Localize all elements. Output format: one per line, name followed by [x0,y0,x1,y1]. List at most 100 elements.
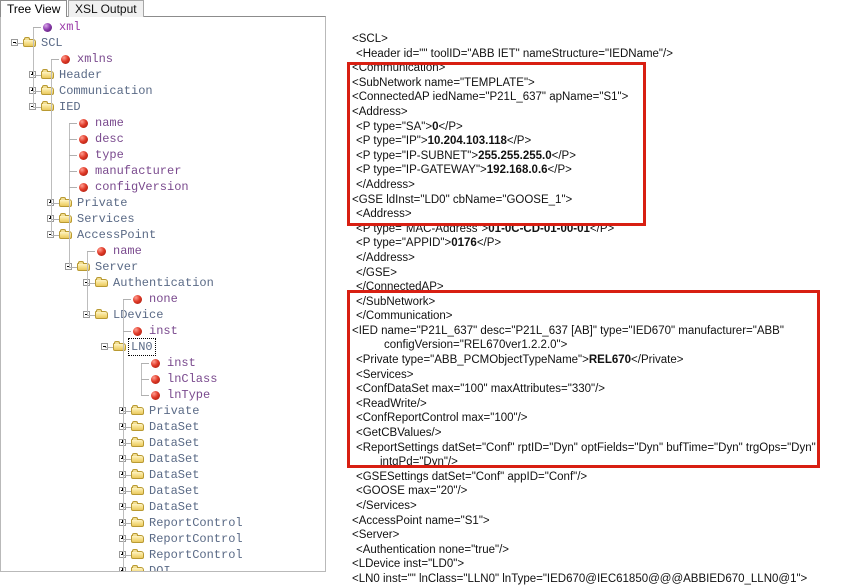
tree-node-reportcontrol[interactable]: ReportControl [1,531,325,547]
tree-node-accesspoint[interactable]: AccessPoint [1,227,325,243]
tree-guide-line [33,27,41,28]
xml-line: <AccessPoint name="S1"> [352,514,490,527]
tree-node-name[interactable]: name [1,115,325,131]
tree-node-type[interactable]: type [1,147,325,163]
tree-node-inst[interactable]: inst [1,323,325,339]
folder-icon [130,563,147,571]
tree-guide-line [123,571,131,572]
xml-line: <GOOSE max="20"/> [356,485,468,498]
tree-node-label: none [149,292,178,306]
xml-tree-root: xml SCL xmlns Header Communication IED name des… [1,17,325,572]
xml-line: <SCL> [352,33,388,45]
folder-icon [58,211,75,227]
tree-node-lntype[interactable]: lnType [1,387,325,403]
tree-node-private[interactable]: Private [1,195,325,211]
folder-icon [130,547,147,563]
tree-node-label: lnType [167,388,211,402]
xml-tree-panel[interactable]: xml SCL xmlns Header Communication IED name des… [0,16,326,572]
tree-node-label: xml [59,20,81,34]
tree-node-communication[interactable]: Communication [1,83,325,99]
tree-guide-line [123,299,124,571]
tab-tree-view[interactable]: Tree View [0,0,68,17]
tree-node-scl[interactable]: SCL [1,35,325,51]
attribute-icon [148,387,165,403]
tree-node-dataset[interactable]: DataSet [1,499,325,515]
tree-guide-line [123,411,131,412]
tree-node-name[interactable]: name [1,243,325,259]
attribute-icon [76,163,93,179]
tree-node-dataset[interactable]: DataSet [1,467,325,483]
tree-node-label: DataSet [149,500,200,514]
tree-node-xmlns[interactable]: xmlns [1,51,325,67]
tree-node-ln0[interactable]: LN0 [1,338,325,356]
tree-node-label: Header [59,68,103,82]
tree-node-manufacturer[interactable]: manufacturer [1,163,325,179]
tree-node-configversion[interactable]: configVersion [1,179,325,195]
xml-line: <GetCBValues/> [356,427,442,440]
xml-source-lines: <SCL> <Header id="" toolID="ABB IET" name… [330,32,856,588]
xml-line: <Address> [356,208,412,221]
tree-guide-line [51,219,59,220]
attribute-icon [76,115,93,131]
xml-line: <Authentication none="true"/> [356,543,509,556]
tree-node-lnclass[interactable]: lnClass [1,371,325,387]
xml-line: </Communication> [356,310,453,323]
tree-node-services[interactable]: Services [1,211,325,227]
folder-icon [76,259,93,275]
attribute-icon [58,51,75,67]
folder-icon [58,227,75,243]
tree-node-dataset[interactable]: DataSet [1,419,325,435]
tree-node-doi[interactable]: DOI [1,563,325,571]
attribute-icon [76,147,93,163]
tree-node-inst[interactable]: inst [1,355,325,371]
tree-node-xml[interactable]: xml [1,19,325,35]
xml-source-panel[interactable]: <SCL> <Header id="" toolID="ABB IET" name… [330,0,856,588]
attribute-icon [76,131,93,147]
tree-node-authentication[interactable]: Authentication [1,275,325,291]
tree-guide-line [33,91,41,92]
tree-guide-line [69,187,77,188]
tree-guide-line [141,379,149,380]
tab-xsl-output[interactable]: XSL Output [68,0,144,17]
xml-line: </Address> [356,251,415,264]
xml-line: <P type="MAC-Address">01-0C-CD-01-00-01<… [356,222,615,235]
tree-node-reportcontrol[interactable]: ReportControl [1,515,325,531]
tree-node-header[interactable]: Header [1,67,325,83]
xml-line: <Address> [352,105,408,118]
tree-node-none[interactable]: none [1,291,325,307]
tree-node-private[interactable]: Private [1,403,325,419]
tree-guide-line [123,427,131,428]
tree-guide-line [69,123,77,124]
tree-node-reportcontrol[interactable]: ReportControl [1,547,325,563]
xml-line: <SubNetwork name="TEMPLATE"> [352,76,535,89]
tree-node-dataset[interactable]: DataSet [1,435,325,451]
xml-line: <GSESettings datSet="Conf" appID="Conf"/… [356,470,588,483]
tree-node-ldevice[interactable]: LDevice [1,307,325,323]
xml-line: <LDevice inst="LD0"> [352,558,465,571]
tree-node-server[interactable]: Server [1,259,325,275]
tree-guide-line [69,139,77,140]
tree-guide-line [123,539,131,540]
tree-node-desc[interactable]: desc [1,131,325,147]
tree-node-ied[interactable]: IED [1,99,325,115]
tree-node-label: manufacturer [95,164,182,178]
xml-line: intgPd="Dyn"/> [380,456,458,469]
folder-icon [94,275,111,291]
tree-node-dataset[interactable]: DataSet [1,483,325,499]
xml-line: </ConnectedAP> [356,281,444,294]
tree-node-label: xmlns [77,52,114,66]
xml-line: <P type="APPID">0176</P> [356,237,502,250]
tree-node-dataset[interactable]: DataSet [1,451,325,467]
